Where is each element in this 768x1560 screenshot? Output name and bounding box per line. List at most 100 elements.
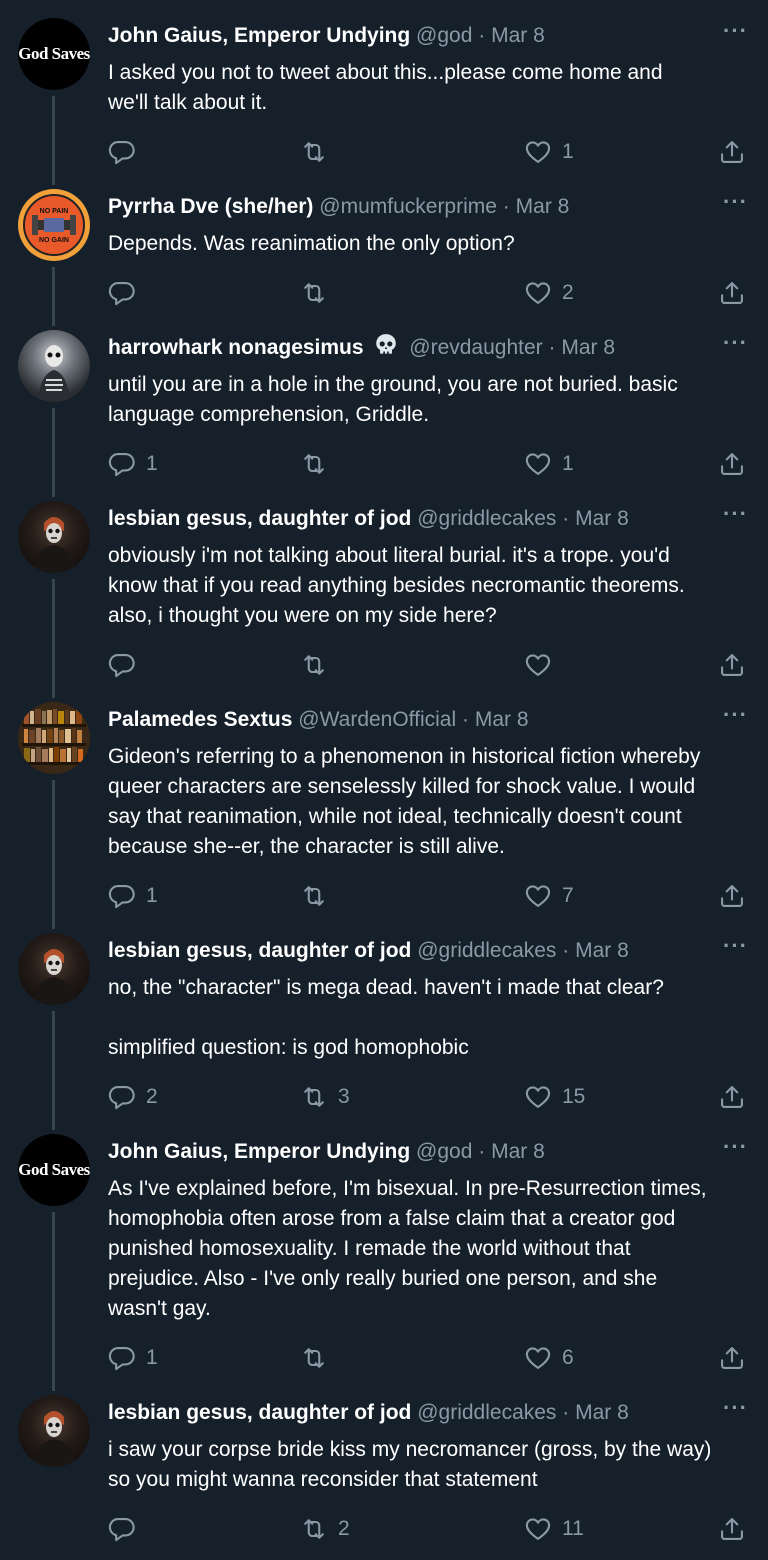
- avatar[interactable]: [18, 501, 90, 573]
- reply-button[interactable]: [108, 275, 146, 311]
- avatar[interactable]: NO PAIN NO GAIN: [18, 189, 90, 261]
- retweet-button[interactable]: [300, 134, 338, 170]
- user-handle[interactable]: @revdaughter: [409, 336, 542, 359]
- display-name[interactable]: lesbian gesus, daughter of jod: [108, 939, 411, 962]
- tweet-text: Depends. Was reanimation the only option…: [108, 232, 515, 255]
- tweet-date[interactable]: Mar 8: [575, 1401, 629, 1424]
- reply-button[interactable]: 1: [108, 446, 158, 482]
- like-button[interactable]: 11: [524, 1511, 584, 1547]
- reply-icon: [108, 1347, 135, 1371]
- like-button[interactable]: 6: [524, 1340, 574, 1376]
- retweet-button[interactable]: 2: [300, 1511, 350, 1547]
- avatar[interactable]: [18, 1395, 90, 1467]
- reply-icon: [108, 1518, 135, 1542]
- like-button[interactable]: 1: [524, 134, 574, 170]
- skeleton-figure: [38, 345, 70, 402]
- more-options-icon[interactable]: ···: [723, 189, 748, 215]
- like-button[interactable]: 7: [524, 878, 574, 914]
- retweet-button[interactable]: [300, 647, 338, 683]
- user-handle[interactable]: @WardenOfficial: [298, 708, 456, 731]
- user-handle[interactable]: @griddlecakes: [417, 1401, 556, 1424]
- share-button[interactable]: [718, 446, 746, 482]
- reply-button[interactable]: [108, 1511, 146, 1547]
- bookshelf-icon: [18, 702, 90, 774]
- thread-connector: [52, 483, 55, 497]
- retweet-icon: [304, 1519, 324, 1539]
- tweet-date[interactable]: Mar 8: [516, 195, 570, 218]
- tweet[interactable]: lesbian gesus, daughter of jod @griddlec…: [0, 1377, 768, 1560]
- more-options-icon[interactable]: ···: [723, 18, 748, 44]
- tweet-text: i saw your corpse bride kiss my necroman…: [108, 1438, 712, 1491]
- more-options-icon[interactable]: ···: [723, 1134, 748, 1160]
- tweet-date[interactable]: Mar 8: [475, 708, 529, 731]
- display-name[interactable]: harrowhark nonagesimus: [108, 336, 364, 359]
- reply-button[interactable]: [108, 647, 146, 683]
- retweet-button[interactable]: [300, 878, 338, 914]
- share-button[interactable]: [718, 134, 746, 170]
- more-options-icon[interactable]: ···: [723, 330, 748, 356]
- share-button[interactable]: [718, 1340, 746, 1376]
- reply-button[interactable]: [108, 134, 146, 170]
- retweet-button[interactable]: [300, 1340, 338, 1376]
- reply-button[interactable]: 1: [108, 1340, 158, 1376]
- share-button[interactable]: [718, 878, 746, 914]
- like-count: 2: [562, 281, 574, 304]
- tweet[interactable]: lesbian gesus, daughter of jod @griddlec…: [0, 915, 768, 1116]
- tweet-date[interactable]: Mar 8: [575, 939, 629, 962]
- retweet-icon: [304, 142, 324, 162]
- more-options-icon[interactable]: ···: [723, 702, 748, 728]
- more-options-icon[interactable]: ···: [723, 501, 748, 527]
- share-button[interactable]: [718, 1079, 746, 1115]
- tweet-date[interactable]: Mar 8: [575, 507, 629, 530]
- display-name[interactable]: Palamedes Sextus: [108, 708, 292, 731]
- separator: ·: [502, 195, 510, 218]
- separator: ·: [478, 1140, 486, 1163]
- tweet[interactable]: God Saves John Gaius, Emperor Undying @g…: [0, 1116, 768, 1377]
- user-handle[interactable]: @griddlecakes: [417, 939, 556, 962]
- avatar[interactable]: [18, 933, 90, 1005]
- tweet[interactable]: God Saves John Gaius, Emperor Undying @g…: [0, 0, 768, 171]
- tweet-date[interactable]: Mar 8: [561, 336, 615, 359]
- retweet-button[interactable]: [300, 446, 338, 482]
- tweet-header: John Gaius, Emperor Undying @god · Mar 8: [108, 1136, 708, 1168]
- reply-button[interactable]: 1: [108, 878, 158, 914]
- god-saves-logo: God Saves: [18, 1160, 90, 1179]
- reply-button[interactable]: 2: [108, 1079, 158, 1115]
- display-name[interactable]: lesbian gesus, daughter of jod: [108, 1401, 411, 1424]
- reply-icon: [108, 453, 135, 477]
- like-button[interactable]: 1: [524, 446, 574, 482]
- retweet-button[interactable]: 3: [300, 1079, 350, 1115]
- tweet-date[interactable]: Mar 8: [491, 24, 545, 47]
- retweet-count: 3: [338, 1085, 350, 1108]
- tweet[interactable]: lesbian gesus, daughter of jod @griddlec…: [0, 483, 768, 684]
- tweet-actions: 1 7: [108, 878, 758, 914]
- avatar[interactable]: [18, 702, 90, 774]
- tweet-date[interactable]: Mar 8: [491, 1140, 545, 1163]
- share-button[interactable]: [718, 1511, 746, 1547]
- display-name[interactable]: John Gaius, Emperor Undying: [108, 1140, 410, 1163]
- tweet[interactable]: Palamedes Sextus @WardenOfficial · Mar 8…: [0, 684, 768, 915]
- avatar[interactable]: God Saves: [18, 1134, 90, 1206]
- like-button[interactable]: 15: [524, 1079, 585, 1115]
- tweet[interactable]: NO PAIN NO GAIN Pyrrha Dve (she/her) @mu…: [0, 171, 768, 312]
- avatar[interactable]: God Saves: [18, 18, 90, 90]
- user-handle[interactable]: @griddlecakes: [417, 507, 556, 530]
- user-handle[interactable]: @god: [416, 1140, 472, 1163]
- avatar[interactable]: [18, 330, 90, 402]
- like-button[interactable]: [524, 647, 562, 683]
- user-handle[interactable]: @mumfuckerprime: [319, 195, 497, 218]
- like-count: 1: [562, 140, 574, 163]
- tweet[interactable]: harrowhark nonagesimus @revdaughter · Ma…: [0, 312, 768, 483]
- like-button[interactable]: 2: [524, 275, 574, 311]
- display-name[interactable]: Pyrrha Dve (she/her): [108, 195, 313, 218]
- more-options-icon[interactable]: ···: [723, 1395, 748, 1421]
- share-button[interactable]: [718, 275, 746, 311]
- retweet-icon: [304, 1087, 324, 1107]
- share-button[interactable]: [718, 647, 746, 683]
- retweet-button[interactable]: [300, 275, 338, 311]
- retweet-icon: [304, 886, 324, 906]
- display-name[interactable]: John Gaius, Emperor Undying: [108, 24, 410, 47]
- display-name[interactable]: lesbian gesus, daughter of jod: [108, 507, 411, 530]
- more-options-icon[interactable]: ···: [723, 933, 748, 959]
- user-handle[interactable]: @god: [416, 24, 472, 47]
